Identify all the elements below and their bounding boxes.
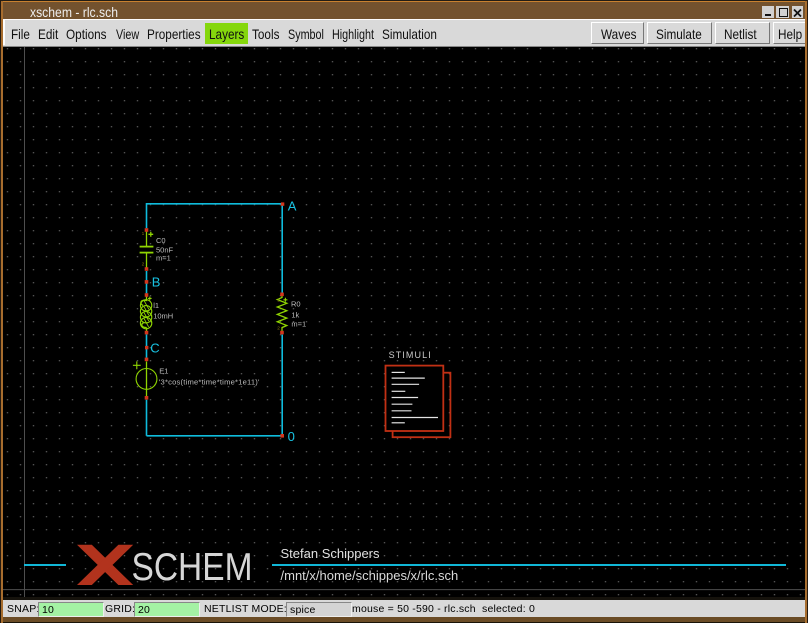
svg-text:C0: C0 (156, 236, 166, 245)
svg-text:0: 0 (288, 429, 295, 444)
svg-text:1k: 1k (291, 311, 299, 320)
svg-text:2: 2 (277, 326, 280, 332)
svg-text:2: 2 (142, 262, 145, 268)
svg-text:SCHEM: SCHEM (132, 546, 253, 589)
svg-text:l1: l1 (153, 301, 159, 310)
svg-text:m=1: m=1 (156, 254, 171, 263)
svg-text:m=1: m=1 (291, 320, 306, 329)
svg-text:Stefan Schippers: Stefan Schippers (281, 546, 381, 561)
svg-text:E1: E1 (159, 366, 168, 375)
svg-text:C: C (150, 340, 159, 355)
svg-text:R0: R0 (291, 300, 301, 309)
svg-text:B: B (152, 275, 161, 290)
svg-text:10mH: 10mH (153, 312, 173, 321)
svg-text:1: 1 (277, 298, 280, 304)
svg-text:STIMULI: STIMULI (389, 350, 432, 360)
svg-text:A: A (288, 198, 297, 213)
svg-text:'3*cos(time*time*time*1e11)': '3*cos(time*time*time*1e11)' (159, 377, 260, 386)
svg-text:1: 1 (142, 231, 145, 237)
svg-text:/mnt/x/home/schippes/x/rlc.sch: /mnt/x/home/schippes/x/rlc.sch (281, 568, 459, 583)
